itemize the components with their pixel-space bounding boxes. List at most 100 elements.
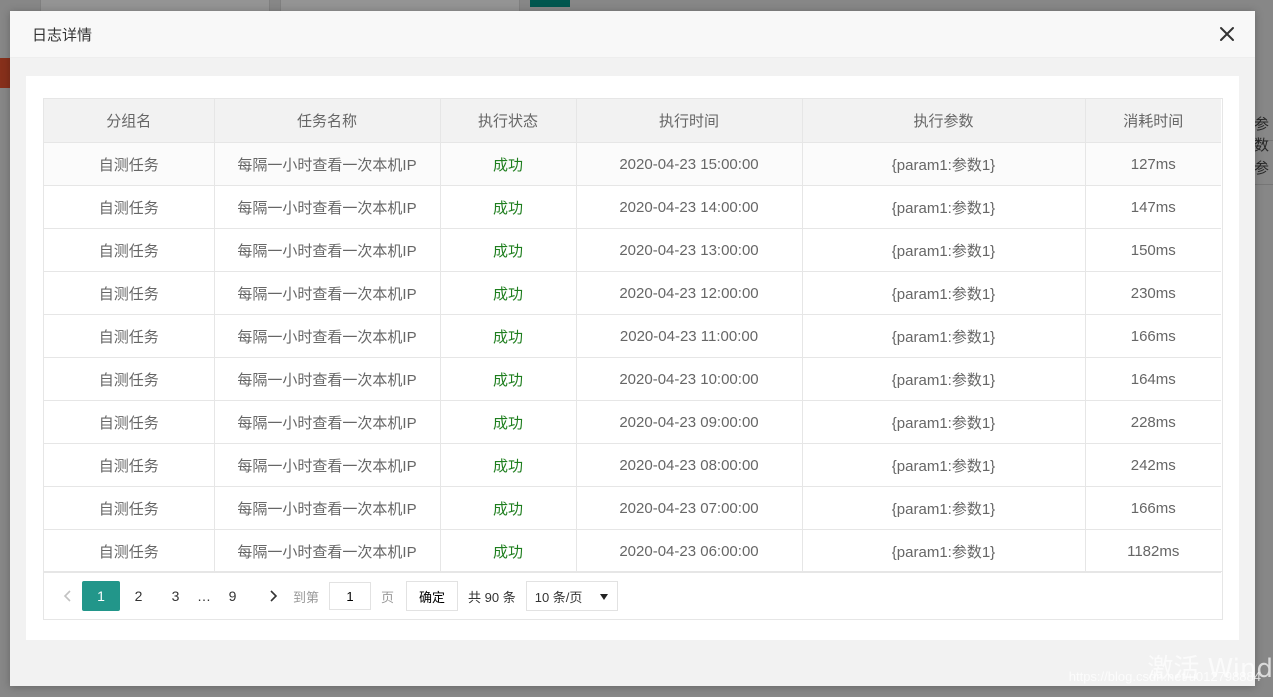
cell-exec-time: 2020-04-23 07:00:00 [575, 486, 803, 530]
cell-cost: 230ms [1084, 271, 1221, 315]
table-row[interactable]: 自测任务 每隔一小时查看一次本机IP 成功 2020-04-23 07:00:00 {p… [44, 486, 1221, 530]
modal-title: 日志详情 [32, 26, 93, 44]
chevron-right-icon[interactable] [259, 581, 287, 611]
column-header-group[interactable]: 分组名 [44, 99, 215, 143]
cell-exec-time: 2020-04-23 10:00:00 [575, 357, 803, 401]
table-row[interactable]: 自测任务 每隔一小时查看一次本机IP 成功 2020-04-23 09:00:00 {p… [44, 400, 1221, 444]
cell-params: {param1:参数1} [801, 185, 1086, 229]
column-header-exec-time[interactable]: 执行时间 [575, 99, 803, 143]
cell-params: {param1:参数1} [801, 357, 1086, 401]
page-button-2[interactable]: 2 [120, 581, 157, 611]
cell-task-name: 每隔一小时查看一次本机IP [213, 357, 441, 401]
cell-params: {param1:参数1} [801, 271, 1086, 315]
cell-params: {param1:参数1} [801, 529, 1086, 573]
cell-cost: 150ms [1084, 228, 1221, 272]
page-size-value: 10 条/页 [534, 589, 583, 605]
table-row[interactable]: 自测任务 每隔一小时查看一次本机IP 成功 2020-04-23 11:00:00 {p… [44, 314, 1221, 358]
log-table: 分组名 任务名称 执行状态 执行时间 执行参数 消耗时间 自测任务 每隔一小时查看… [44, 99, 1221, 573]
cell-cost: 228ms [1084, 400, 1221, 444]
cell-cost: 242ms [1084, 443, 1221, 487]
cell-exec-time: 2020-04-23 13:00:00 [575, 228, 803, 272]
cell-exec-time: 2020-04-23 11:00:00 [575, 314, 803, 358]
modal-body: 分组名 任务名称 执行状态 执行时间 执行参数 消耗时间 自测任务 每隔一小时查看… [26, 76, 1239, 640]
table-row[interactable]: 自测任务 每隔一小时查看一次本机IP 成功 2020-04-23 14:00:00 {p… [44, 185, 1221, 229]
page-button-3[interactable]: 3 [157, 581, 194, 611]
cell-task-name: 每隔一小时查看一次本机IP [213, 185, 441, 229]
cell-status: 成功 [439, 529, 577, 573]
table-row[interactable]: 自测任务 每隔一小时查看一次本机IP 成功 2020-04-23 06:00:00 {p… [44, 529, 1221, 573]
cell-task-name: 每隔一小时查看一次本机IP [213, 443, 441, 487]
cell-group: 自测任务 [44, 142, 215, 186]
column-header-cost[interactable]: 消耗时间 [1084, 99, 1221, 143]
cell-cost: 166ms [1084, 486, 1221, 530]
confirm-button[interactable]: 确定 [406, 581, 459, 611]
page-button-last[interactable]: 9 [214, 581, 251, 611]
cell-task-name: 每隔一小时查看一次本机IP [213, 228, 441, 272]
goto-label: 到第 [293, 589, 320, 605]
table-row[interactable]: 自测任务 每隔一小时查看一次本机IP 成功 2020-04-23 12:00:00 {p… [44, 271, 1221, 315]
modal-header: 日志详情 [10, 11, 1255, 58]
chevron-left-icon[interactable] [54, 581, 82, 611]
cell-group: 自测任务 [44, 529, 215, 573]
cell-exec-time: 2020-04-23 15:00:00 [575, 142, 803, 186]
cell-exec-time: 2020-04-23 06:00:00 [575, 529, 803, 573]
table-row[interactable]: 自测任务 每隔一小时查看一次本机IP 成功 2020-04-23 15:00:00 {p… [44, 142, 1221, 186]
cell-status: 成功 [439, 357, 577, 401]
column-header-status[interactable]: 执行状态 [439, 99, 577, 143]
cell-task-name: 每隔一小时查看一次本机IP [213, 314, 441, 358]
column-header-params[interactable]: 执行参数 [801, 99, 1086, 143]
pagination: 1 2 3 … 9 到第 页 确定 共 90 条 10 条/页 [44, 571, 1222, 620]
cell-status: 成功 [439, 228, 577, 272]
page-unit-label: 页 [381, 589, 395, 605]
total-count: 共 90 条 [468, 589, 516, 605]
cell-cost: 127ms [1084, 142, 1221, 186]
cell-exec-time: 2020-04-23 08:00:00 [575, 443, 803, 487]
cell-task-name: 每隔一小时查看一次本机IP [213, 486, 441, 530]
cell-params: {param1:参数1} [801, 400, 1086, 444]
table-row[interactable]: 自测任务 每隔一小时查看一次本机IP 成功 2020-04-23 13:00:00 {p… [44, 228, 1221, 272]
page-ellipsis: … [197, 588, 211, 604]
cell-group: 自测任务 [44, 314, 215, 358]
cell-group: 自测任务 [44, 357, 215, 401]
table-row[interactable]: 自测任务 每隔一小时查看一次本机IP 成功 2020-04-23 10:00:00 {p… [44, 357, 1221, 401]
caret-down-icon [599, 589, 609, 604]
close-icon[interactable] [1217, 24, 1237, 44]
table-header-row: 分组名 任务名称 执行状态 执行时间 执行参数 消耗时间 [44, 99, 1221, 143]
cell-task-name: 每隔一小时查看一次本机IP [213, 142, 441, 186]
watermark-url: https://blog.csdn.net/u012798884 [1068, 669, 1261, 684]
cell-params: {param1:参数1} [801, 142, 1086, 186]
cell-status: 成功 [439, 443, 577, 487]
cell-params: {param1:参数1} [801, 228, 1086, 272]
cell-status: 成功 [439, 486, 577, 530]
log-detail-modal: 日志详情 分组名 任务名称 执行状态 执行时间 执行参数 消耗时间 自测任务 每… [10, 11, 1255, 686]
cell-status: 成功 [439, 400, 577, 444]
cell-params: {param1:参数1} [801, 314, 1086, 358]
cell-status: 成功 [439, 314, 577, 358]
column-header-task-name[interactable]: 任务名称 [213, 99, 441, 143]
cell-params: {param1:参数1} [801, 486, 1086, 530]
page-size-select[interactable]: 10 条/页 [525, 581, 618, 611]
cell-cost: 1182ms [1084, 529, 1221, 573]
cell-task-name: 每隔一小时查看一次本机IP [213, 400, 441, 444]
cell-group: 自测任务 [44, 185, 215, 229]
cell-cost: 147ms [1084, 185, 1221, 229]
cell-cost: 164ms [1084, 357, 1221, 401]
cell-group: 自测任务 [44, 443, 215, 487]
cell-group: 自测任务 [44, 228, 215, 272]
cell-group: 自测任务 [44, 271, 215, 315]
log-table-container: 分组名 任务名称 执行状态 执行时间 执行参数 消耗时间 自测任务 每隔一小时查看… [43, 98, 1223, 620]
cell-status: 成功 [439, 142, 577, 186]
cell-group: 自测任务 [44, 486, 215, 530]
cell-group: 自测任务 [44, 400, 215, 444]
cell-exec-time: 2020-04-23 09:00:00 [575, 400, 803, 444]
cell-cost: 166ms [1084, 314, 1221, 358]
table-row[interactable]: 自测任务 每隔一小时查看一次本机IP 成功 2020-04-23 08:00:00 {p… [44, 443, 1221, 487]
cell-status: 成功 [439, 271, 577, 315]
cell-exec-time: 2020-04-23 12:00:00 [575, 271, 803, 315]
page-button-1[interactable]: 1 [82, 581, 120, 611]
goto-page-input[interactable] [329, 582, 372, 610]
cell-params: {param1:参数1} [801, 443, 1086, 487]
cell-exec-time: 2020-04-23 14:00:00 [575, 185, 803, 229]
cell-task-name: 每隔一小时查看一次本机IP [213, 271, 441, 315]
cell-status: 成功 [439, 185, 577, 229]
